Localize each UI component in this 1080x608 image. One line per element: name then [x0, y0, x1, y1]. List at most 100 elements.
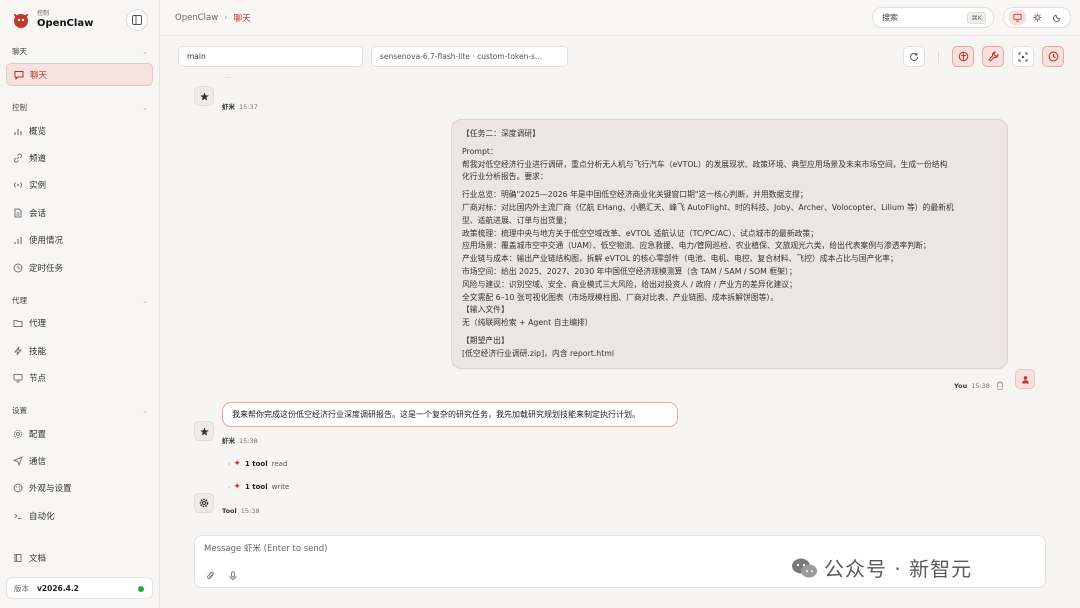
timestamp: 15:38: [240, 507, 260, 515]
message-line: 型、适航进展、订单与出货量；: [462, 215, 572, 225]
message-line: 市场空间：给出 2025、2027、2030 年中国低空经济规模测算（含 TAM…: [462, 266, 797, 276]
message-line: 厂商对标：对比国内外主流厂商（亿航 EHang、小鹏汇天、峰飞 AutoFlig…: [462, 202, 954, 212]
sidebar-item-agents[interactable]: 代理: [6, 311, 153, 334]
history-button[interactable]: [1042, 46, 1064, 67]
message-meta: 虾米 15:37: [222, 101, 258, 111]
sun-icon: [1032, 13, 1042, 22]
sidebar-item-label: 文档: [29, 553, 47, 564]
status-online-dot: [138, 586, 144, 592]
refresh-button[interactable]: [903, 46, 925, 67]
timestamp: 15:38: [971, 382, 990, 390]
sidebar-item-chat[interactable]: 聊天: [6, 63, 153, 86]
sidebar-item-label: 代理: [29, 318, 47, 329]
section-settings[interactable]: 设置 ⌄: [12, 405, 148, 416]
message-input[interactable]: [204, 544, 804, 554]
sidebar-item-label: 概览: [29, 126, 47, 137]
top-bar: OpenClaw › 聊天 搜索 ⌘K: [160, 0, 1080, 36]
message-meta: 虾米 15:38: [222, 435, 258, 445]
microphone-icon[interactable]: [228, 571, 238, 581]
user-avatar: [1015, 369, 1035, 389]
sidebar-item-sessions[interactable]: 会话: [6, 201, 153, 224]
brand[interactable]: 控制 OpenClaw: [10, 9, 93, 31]
tools-toggle-button[interactable]: [982, 46, 1004, 67]
sidebar-item-label: 定时任务: [29, 263, 64, 274]
sidebar-toggle-icon: [132, 15, 142, 25]
theme-dark-button[interactable]: [1049, 10, 1066, 25]
section-control[interactable]: 控制 ⌄: [12, 102, 148, 113]
focus-icon: [1018, 52, 1028, 61]
chevron-down-icon: ⌄: [142, 406, 148, 415]
trash-icon[interactable]: [996, 381, 1004, 390]
book-icon: [14, 553, 22, 562]
section-title: 聊天: [12, 47, 27, 56]
sidebar-item-automation[interactable]: 自动化: [6, 504, 153, 527]
sidebar-item-config[interactable]: 配置: [6, 422, 153, 445]
theme-system-button[interactable]: [1008, 10, 1026, 25]
sidebar-item-nodes[interactable]: 节点: [6, 366, 153, 389]
section-chat[interactable]: 聊天 ⌄: [12, 46, 148, 57]
message-line: 化行业分析报告。要求：: [462, 172, 548, 182]
bar-chart-icon: [14, 128, 22, 135]
wrench-icon: [987, 51, 998, 62]
sidebar-item-instances[interactable]: 实例: [6, 173, 153, 196]
chevron-right-icon: ›: [228, 460, 231, 468]
moon-icon: [1052, 14, 1060, 22]
palette-icon: [13, 483, 23, 492]
sidebar-item-scheduled-tasks[interactable]: 定时任务: [6, 256, 153, 279]
user-icon: [1021, 375, 1029, 384]
timestamp: 15:38: [239, 437, 258, 445]
message-meta: You 15:38: [954, 382, 990, 390]
version-value: v2026.4.2: [37, 583, 79, 593]
search-placeholder: 搜索: [882, 13, 898, 22]
chevron-down-icon: ⌄: [142, 103, 148, 112]
message-line: 风险与建议：识别空域、安全、商业模式三大风险，给出对投资人 / 政府 / 产业方…: [462, 279, 797, 289]
gear-icon: [13, 429, 23, 438]
sidebar-item-communication[interactable]: 通信: [6, 449, 153, 472]
sidebar-item-label: 频道: [29, 153, 47, 164]
sidebar-item-skills[interactable]: 技能: [6, 339, 153, 362]
brand-subtitle: 控制: [37, 10, 50, 17]
search-shortcut-badge: ⌘K: [967, 12, 986, 24]
sidebar-item-usage[interactable]: 使用情况: [6, 228, 153, 251]
sidebar-item-label: 外观与设置: [29, 483, 72, 494]
sidebar-item-appearance[interactable]: 外观与设置: [6, 476, 153, 499]
focus-mode-button[interactable]: [1012, 46, 1034, 67]
brand-name: OpenClaw: [37, 18, 94, 29]
openclaw-logo-icon: [14, 14, 28, 28]
broadcast-icon: [13, 181, 23, 188]
breadcrumb-separator-icon: ›: [224, 13, 228, 23]
tool-count: 1 tool: [244, 483, 268, 491]
sender-name: 虾米: [222, 437, 235, 445]
sidebar-item-label: 节点: [29, 373, 47, 384]
model-select[interactable]: sensenova-6.7-flash-lite · custom-token-…: [371, 46, 568, 67]
tool-call-write[interactable]: › ✦ 1 tool write: [228, 482, 289, 492]
sender-name: Tool: [222, 507, 237, 515]
paperclip-icon[interactable]: [206, 571, 216, 581]
breadcrumb: OpenClaw › 聊天: [175, 12, 251, 24]
sidebar-item-docs[interactable]: 文档: [6, 546, 153, 569]
sidebar-item-label: 技能: [29, 346, 47, 357]
sidebar-item-channels[interactable]: 频道: [6, 146, 153, 169]
session-select[interactable]: main: [178, 46, 363, 67]
watermark: 公众号 · 新智元: [790, 553, 972, 582]
breadcrumb-root[interactable]: OpenClaw: [175, 13, 218, 23]
sidebar-collapse-button[interactable]: [126, 9, 148, 31]
clock-icon: [1048, 51, 1058, 62]
sidebar-item-overview[interactable]: 概览: [6, 119, 153, 142]
monitor-icon: [1012, 13, 1022, 22]
wechat-logo-icon: [792, 558, 817, 577]
assistant-message-bubble: 我来帮你完成这份低空经济行业深度调研报告。这是一个复杂的研究任务，我先加载研究规…: [222, 402, 678, 427]
model-name: sensenova-6.7-flash-lite · custom-token-…: [380, 52, 543, 61]
section-title: 控制: [12, 103, 27, 112]
thinking-toggle-button[interactable]: [952, 46, 974, 67]
star-icon: [199, 426, 209, 435]
theme-light-button[interactable]: [1029, 10, 1046, 25]
section-agents[interactable]: 代理 ⌄: [12, 295, 148, 306]
clock-icon: [13, 263, 23, 272]
tool-call-read[interactable]: › ✦ 1 tool read: [228, 459, 287, 469]
search-box[interactable]: 搜索 ⌘K: [872, 7, 994, 28]
sparkle-icon: ✦: [233, 482, 241, 492]
timestamp: 15:37: [239, 103, 258, 111]
sidebar-item-label: 配置: [29, 429, 47, 440]
message-line: Prompt：: [462, 146, 498, 156]
